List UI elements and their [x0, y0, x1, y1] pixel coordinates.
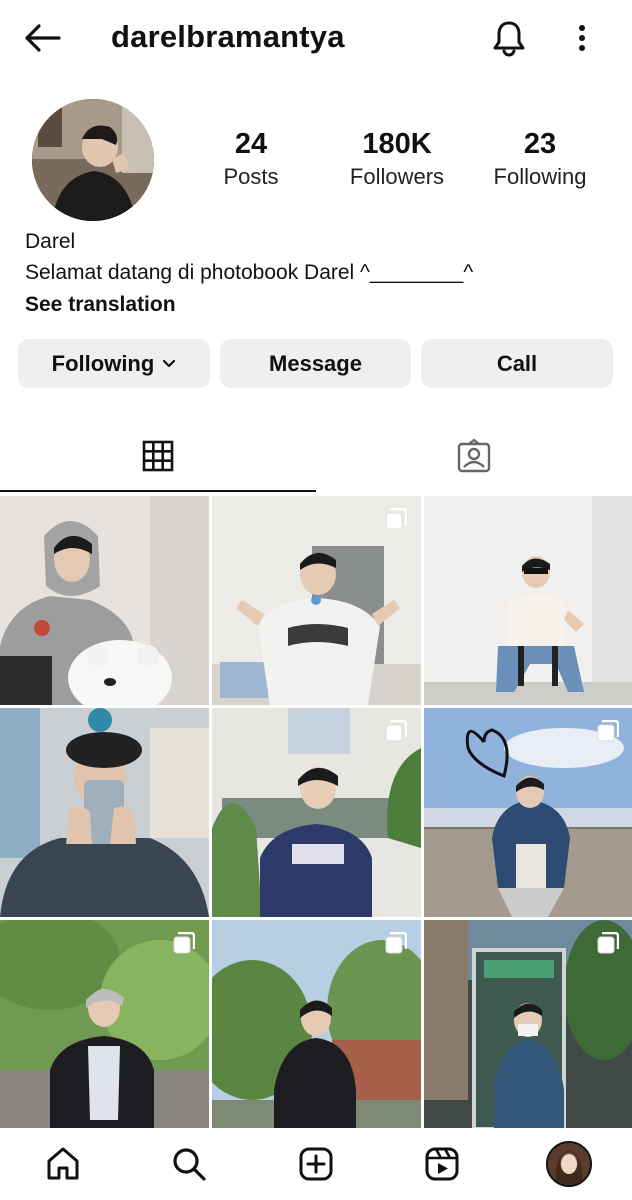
post-thumbnail[interactable]	[212, 920, 421, 1129]
search-icon	[173, 1148, 206, 1181]
profile-bio: Selamat datang di photobook Darel ^_____…	[25, 261, 474, 284]
bottom-navigation	[0, 1128, 632, 1200]
notifications-button[interactable]	[490, 18, 528, 58]
avatar-photo	[548, 1143, 590, 1185]
grid-icon	[142, 440, 174, 472]
more-options-button[interactable]	[568, 18, 596, 58]
multiple-photos-icon	[597, 931, 620, 954]
tab-posts-grid[interactable]	[0, 420, 316, 492]
top-bar: darelbramantya	[0, 0, 632, 78]
following-label: Following	[493, 164, 587, 189]
multiple-photos-icon	[597, 719, 620, 742]
multiple-photos-icon	[385, 507, 408, 530]
post-photo	[424, 496, 632, 705]
multiple-photos-icon	[385, 719, 408, 742]
active-tab-indicator	[0, 490, 316, 492]
home-icon	[47, 1147, 79, 1180]
nav-create[interactable]	[292, 1140, 340, 1188]
nav-reels[interactable]	[418, 1140, 466, 1188]
message-button[interactable]: Message	[220, 339, 411, 388]
post-thumbnail[interactable]	[0, 920, 209, 1129]
bell-icon	[493, 21, 525, 57]
following-count: 23	[523, 128, 557, 160]
nav-profile-avatar[interactable]	[546, 1141, 592, 1187]
profile-username: darelbramantya	[111, 19, 345, 54]
chevron-down-icon	[162, 359, 176, 369]
tagged-icon	[457, 438, 491, 473]
profile-display-name: Darel	[25, 230, 76, 253]
reels-icon	[425, 1147, 459, 1181]
post-thumbnail[interactable]	[424, 496, 632, 705]
post-thumbnail[interactable]	[0, 496, 209, 705]
avatar-photo	[32, 99, 154, 221]
posts-grid	[0, 496, 632, 1129]
post-thumbnail[interactable]	[424, 708, 632, 917]
following-stat[interactable]: 23 Following	[480, 126, 600, 192]
following-button[interactable]: Following	[18, 339, 210, 388]
post-thumbnail[interactable]	[424, 920, 632, 1129]
following-button-label: Following	[51, 350, 155, 376]
posts-count: 24	[234, 128, 268, 160]
post-thumbnail[interactable]	[212, 496, 421, 705]
followers-label: Followers	[349, 164, 445, 189]
back-button[interactable]	[22, 20, 62, 56]
nav-home[interactable]	[39, 1140, 87, 1188]
posts-label: Posts	[223, 164, 279, 189]
followers-stat[interactable]: 180K Followers	[332, 126, 462, 192]
post-photo	[0, 708, 209, 917]
arrow-left-icon	[25, 24, 61, 52]
more-vertical-icon	[579, 25, 585, 51]
multiple-photos-icon	[385, 931, 408, 954]
see-translation-link[interactable]: See translation	[25, 291, 176, 319]
post-photo	[0, 496, 209, 705]
followers-count: 180K	[362, 128, 432, 160]
post-thumbnail[interactable]	[0, 708, 209, 917]
nav-search[interactable]	[165, 1140, 213, 1188]
tab-tagged[interactable]	[316, 420, 632, 492]
create-icon	[299, 1147, 333, 1181]
post-thumbnail[interactable]	[212, 708, 421, 917]
call-button[interactable]: Call	[421, 339, 613, 388]
posts-stat[interactable]: 24 Posts	[200, 126, 302, 192]
multiple-photos-icon	[173, 931, 196, 954]
profile-avatar[interactable]	[32, 99, 154, 221]
